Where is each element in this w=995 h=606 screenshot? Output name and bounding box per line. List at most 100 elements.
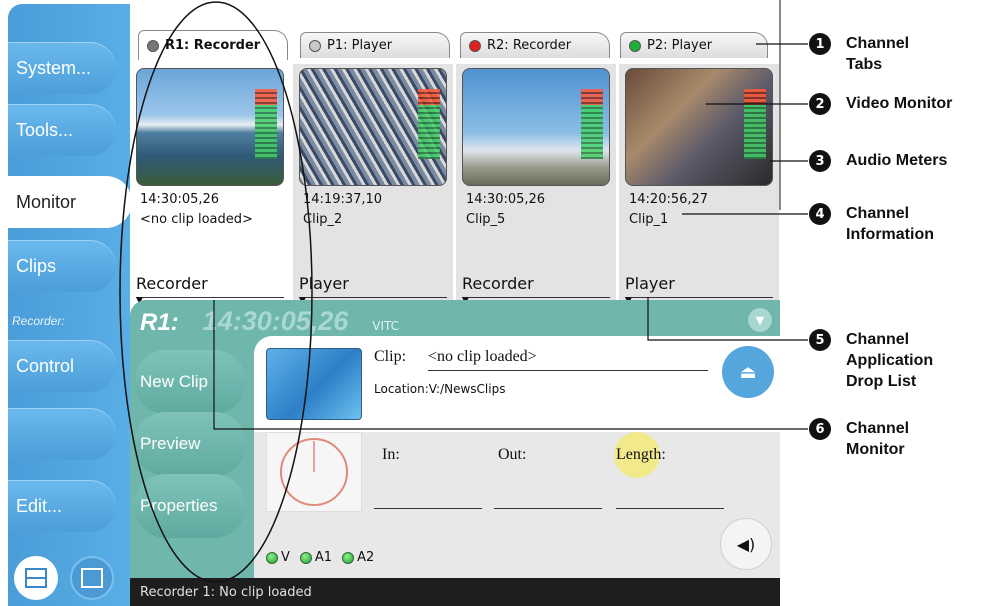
button-label: Properties [140,496,218,515]
timecode-format: VITC [372,319,400,333]
callout-number: 2 [809,93,831,115]
sidebar-item-label: Control [16,355,75,376]
out-field[interactable] [494,508,602,509]
callout-line: Drop List [846,373,917,390]
video-monitor[interactable] [462,68,610,186]
app-drop-label: Player [299,274,349,293]
app-drop-label: Recorder [136,274,208,293]
sidebar-item-monitor[interactable]: Monitor [8,176,132,228]
button-label: New Clip [140,372,209,391]
tab-p2-player[interactable]: P2: Player [620,32,768,58]
tab-r1-recorder[interactable]: R1: Recorder [138,30,288,60]
video-indicator: V [266,550,290,565]
new-clip-button[interactable]: New Clip [134,350,246,414]
preview-button[interactable]: Preview [134,412,246,476]
callout-number: 6 [809,418,831,440]
channel-pane[interactable]: 14:30:05,26 <no clip loaded> Recorder▼ [130,64,290,306]
in-label: In: [382,446,400,463]
video-monitor[interactable] [625,68,773,186]
chevron-down-icon[interactable]: ▼ [748,308,772,332]
sidebar-item-label: System... [16,57,92,78]
green-led-icon [299,551,312,564]
callout-line: Tabs [846,56,883,73]
channel-clip: <no clip loaded> [140,212,253,227]
timing-area: In: Out: Length: ◀) V A1 A2 [254,432,780,578]
speaker-button[interactable]: ◀) [720,518,772,570]
sidebar-item-edit[interactable]: Edit... [8,480,116,532]
app-window: System... Tools... Monitor Clips Recorde… [8,4,780,606]
length-label: Length: [616,446,666,463]
tab-r2-recorder[interactable]: R2: Recorder [460,32,610,58]
single-view-icon [81,568,103,588]
sidebar-item-clips[interactable]: Clips [8,240,116,292]
audio-meter [418,89,440,159]
app-drop-label: Player [625,274,675,293]
properties-button[interactable]: Properties [134,474,246,538]
tab-label: R1: Recorder [165,38,261,53]
tab-label: R2: Recorder [487,38,572,53]
sidebar-item-blank[interactable] [8,408,116,460]
indicator-label: A2 [357,550,375,565]
channel-timecode: 14:19:37,10 [303,192,383,207]
status-led-icon [469,39,481,52]
channel-clip: Clip_2 [303,212,343,227]
callout-application-drop-list: Channel Application Drop List [846,329,933,392]
channel-name: R1: [140,309,179,336]
sidebar-item-label: Edit... [16,495,63,516]
status-led-icon [309,39,321,52]
in-field[interactable] [374,508,482,509]
app-drop-list[interactable]: Player▼ [625,274,773,306]
out-label: Out: [498,446,527,463]
app-drop-list[interactable]: Player▼ [299,274,447,306]
video-monitor[interactable] [299,68,447,186]
eject-button[interactable]: ⏏ [722,346,774,398]
callout-line: Channel [846,205,910,222]
status-led-icon [147,39,159,52]
app-drop-list[interactable]: Recorder▼ [136,274,284,306]
tab-p1-player[interactable]: P1: Player [300,32,450,58]
single-view-button[interactable] [70,556,114,600]
app-drop-label: Recorder [462,274,534,293]
callout-line: Channel [846,35,910,52]
speaker-icon: ◀) [736,534,756,554]
channel-pane[interactable]: 14:19:37,10 Clip_2 Player▼ [293,64,453,306]
callout-line: Audio Meters [846,152,948,169]
sidebar-item-system[interactable]: System... [8,42,116,94]
callout-channel-information: Channel Information [846,203,934,245]
clip-thumbnail [266,348,362,420]
clip-label: Clip: [374,348,407,365]
channel-timecode: 14:30:05,26 [466,192,546,207]
dial-icon [280,438,348,506]
callout-number: 1 [809,33,831,55]
app-drop-list[interactable]: Recorder▼ [462,274,610,306]
callout-number: 3 [809,150,831,172]
split-view-button[interactable] [14,556,58,600]
channel-timecode: 14:30:05,26 [140,192,220,207]
audio-meter [581,89,603,159]
button-label: Preview [140,434,201,453]
position-dial[interactable] [266,432,362,512]
clip-name-field[interactable]: <no clip loaded> [428,348,537,366]
tab-label: P2: Player [647,38,713,53]
callout-video-monitor: Video Monitor [846,93,952,114]
clip-underline [428,370,708,371]
audio-meter [744,89,766,159]
signal-indicators: V A1 A2 [266,550,374,565]
green-led-icon [266,551,278,564]
channel-pane[interactable]: 14:30:05,26 Clip_5 Recorder▼ [456,64,616,306]
length-field[interactable] [616,508,724,509]
indicator-label: V [281,550,290,565]
green-led-icon [342,551,355,564]
sidebar-item-control[interactable]: Control [8,340,116,392]
channel-clip: Clip_1 [629,212,669,227]
sidebar-item-label: Tools... [16,119,74,140]
sidebar: System... Tools... Monitor Clips Recorde… [8,4,132,606]
status-led-icon [629,39,641,52]
channel-pane[interactable]: 14:20:56,27 Clip_1 Player▼ [619,64,779,306]
split-view-icon [25,568,47,588]
sidebar-section-label: Recorder: [12,314,65,328]
sidebar-item-tools[interactable]: Tools... [8,104,116,156]
eject-icon: ⏏ [739,361,757,383]
callout-line: Channel [846,331,910,348]
video-monitor[interactable] [136,68,284,186]
